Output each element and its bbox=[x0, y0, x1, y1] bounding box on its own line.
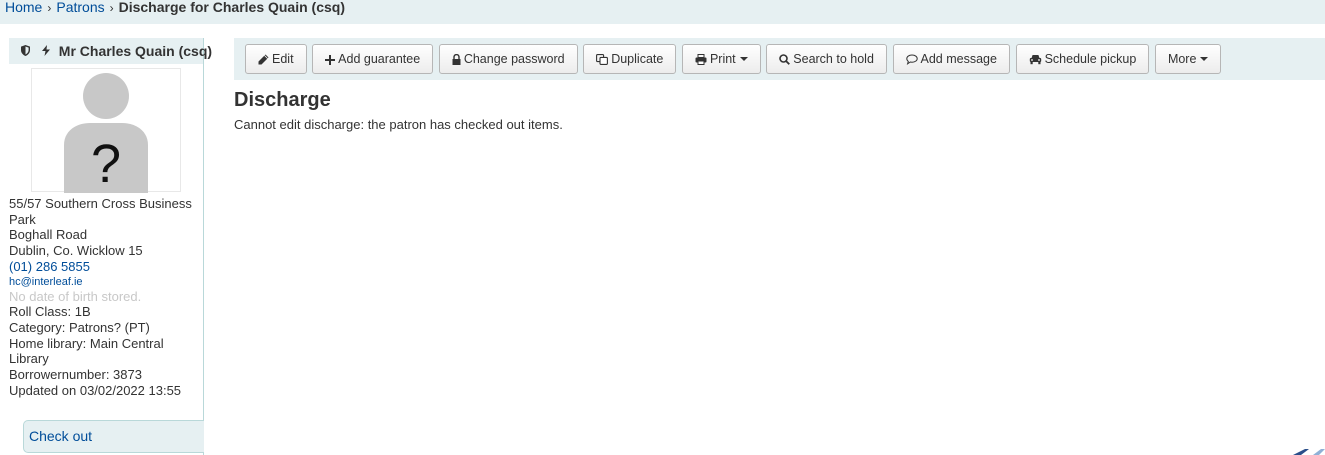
svg-text:?: ? bbox=[91, 134, 121, 193]
discharge-error-message: Cannot edit discharge: the patron has ch… bbox=[234, 117, 563, 132]
bolt-icon bbox=[38, 39, 54, 65]
caret-down-icon bbox=[739, 57, 748, 61]
add-guarantee-button[interactable]: Add guarantee bbox=[312, 44, 434, 74]
more-dropdown-button[interactable]: More bbox=[1154, 44, 1222, 74]
shield-icon bbox=[17, 39, 33, 65]
patron-sidebar: Mr Charles Quain (csq) ? 55/57 Southern … bbox=[0, 38, 212, 455]
patron-roll-class: Roll Class: 1B bbox=[9, 304, 91, 320]
printer-icon bbox=[695, 54, 707, 65]
patron-header: Mr Charles Quain (csq) bbox=[9, 38, 212, 65]
corner-graphic bbox=[1293, 449, 1325, 455]
add-message-button[interactable]: Add message bbox=[892, 44, 1010, 74]
patron-category: Category: Patrons? (PT) bbox=[9, 319, 150, 335]
lock-icon bbox=[452, 53, 461, 65]
breadcrumb-separator: › bbox=[109, 1, 114, 15]
address-line-1: 55/57 Southern Cross Business Park bbox=[9, 196, 192, 227]
comment-icon bbox=[905, 54, 918, 65]
duplicate-button[interactable]: Duplicate bbox=[583, 44, 677, 74]
breadcrumb-home-link[interactable]: Home bbox=[5, 0, 42, 15]
breadcrumb-separator: › bbox=[47, 1, 52, 15]
patron-borrowernumber: Borrowernumber: 3873 bbox=[9, 367, 142, 383]
search-icon bbox=[779, 54, 791, 65]
print-dropdown-button[interactable]: Print bbox=[681, 44, 761, 74]
pencil-icon bbox=[258, 54, 269, 65]
sidebar-item-checkout[interactable]: Check out bbox=[23, 420, 204, 453]
search-to-hold-button[interactable]: Search to hold bbox=[766, 44, 887, 74]
edit-button[interactable]: Edit bbox=[245, 44, 307, 74]
copy-icon bbox=[596, 54, 609, 65]
patron-name: Mr Charles Quain (csq) bbox=[58, 43, 213, 59]
patron-toolbar: Edit Add guarantee Change password Dupli… bbox=[234, 38, 1325, 80]
plus-icon bbox=[325, 55, 336, 65]
patron-info: 55/57 Southern Cross Business Park Bogha… bbox=[9, 196, 199, 398]
page-title: Discharge bbox=[234, 89, 331, 111]
address-line-3: Dublin, Co. Wicklow 15 bbox=[9, 243, 143, 259]
patron-home-library: Home library: Main Central Library bbox=[9, 335, 164, 367]
caret-down-icon bbox=[1200, 57, 1209, 61]
checkout-link[interactable]: Check out bbox=[29, 428, 92, 444]
breadcrumb: Home › Patrons › Discharge for Charles Quain… bbox=[0, 0, 1325, 24]
breadcrumb-patrons-link[interactable]: Patrons bbox=[56, 0, 104, 15]
breadcrumb-current-page: Discharge for Charles Quain (csq) bbox=[118, 0, 346, 15]
patron-phone-link[interactable]: (01) 286 5855 bbox=[9, 259, 90, 274]
patron-photo-placeholder: ? bbox=[31, 68, 181, 193]
change-password-button[interactable]: Change password bbox=[438, 44, 578, 74]
car-icon bbox=[1029, 55, 1041, 65]
schedule-pickup-button[interactable]: Schedule pickup bbox=[1015, 44, 1150, 74]
patron-updated: Updated on 03/02/2022 13:55 bbox=[9, 382, 182, 398]
patron-email-link[interactable]: hc@interleaf.ie bbox=[9, 276, 83, 288]
main-content: Discharge Cannot edit discharge: the pat… bbox=[234, 88, 563, 132]
patron-dob: No date of birth stored. bbox=[9, 288, 142, 304]
address-line-2: Boghall Road bbox=[9, 227, 88, 243]
